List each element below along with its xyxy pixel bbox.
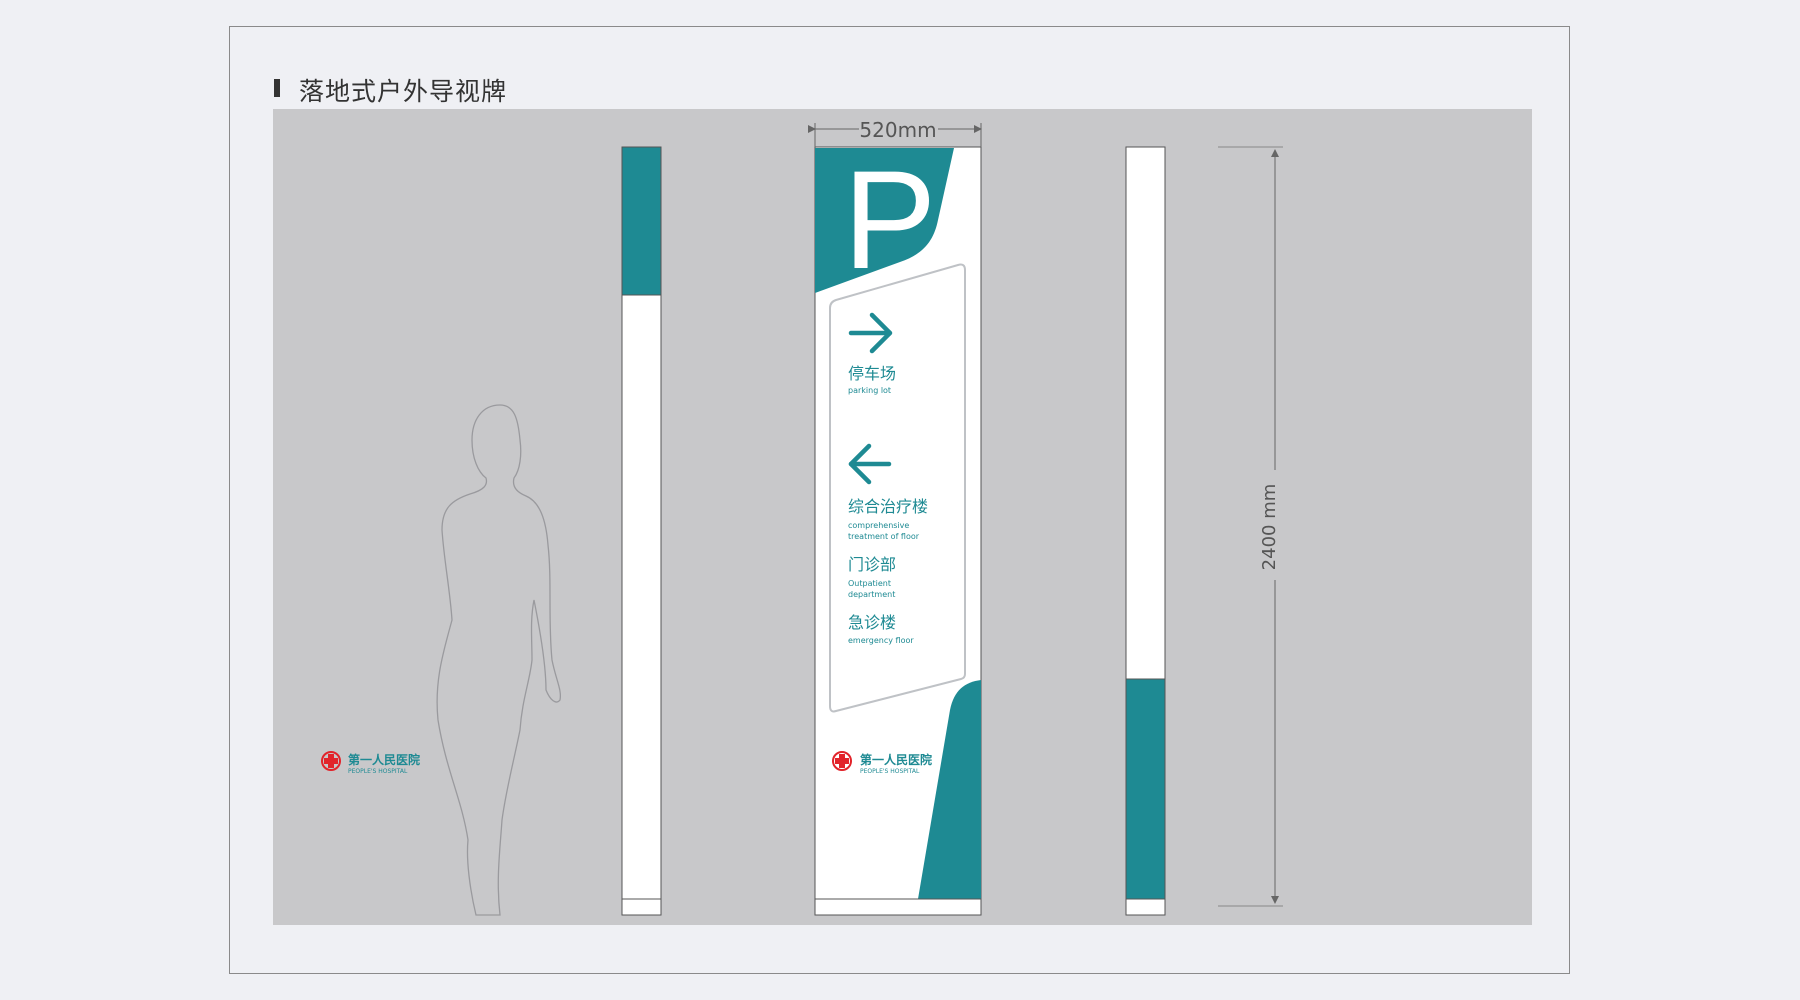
hospital-logo-left: 第一人民医院 PEOPLE'S HOSPITAL [321, 751, 420, 775]
destination-parking-cn: 停车场 [848, 364, 896, 383]
red-cross-logo-icon [832, 751, 852, 771]
destination-treatment-en-2: treatment of floor [848, 532, 920, 541]
front-sign: P 停车场 parking lot 综合治疗楼 comprehensive tr… [814, 141, 982, 916]
logo-name-cn: 第一人民医院 [860, 752, 932, 767]
destination-emergency-en: emergency floor [848, 636, 914, 645]
height-label: 2400 mm [1259, 484, 1280, 571]
destination-outpatient-en-2: department [848, 590, 895, 599]
destination-parking-en: parking lot [848, 386, 891, 395]
destination-emergency-cn: 急诊楼 [848, 613, 896, 632]
logo-name-cn: 第一人民医院 [348, 752, 420, 767]
destination-outpatient-cn: 门诊部 [848, 555, 896, 574]
human-silhouette [436, 404, 562, 916]
side-view-right [1125, 146, 1166, 916]
destination-treatment-en-1: comprehensive [848, 521, 909, 530]
red-cross-logo-icon [321, 751, 341, 771]
logo-name-en: PEOPLE'S HOSPITAL [860, 768, 920, 775]
sign-drawing: 第一人民医院 PEOPLE'S HOSPITAL P 停车场 parking l… [321, 118, 1283, 916]
destination-treatment-cn: 综合治疗楼 [848, 497, 928, 516]
destination-outpatient-en-1: Outpatient [848, 579, 891, 588]
logo-name-en: PEOPLE'S HOSPITAL [348, 768, 408, 775]
side-view-left [621, 146, 662, 916]
width-label: 520mm [859, 118, 936, 142]
height-dimension: 2400 mm [1218, 146, 1283, 907]
